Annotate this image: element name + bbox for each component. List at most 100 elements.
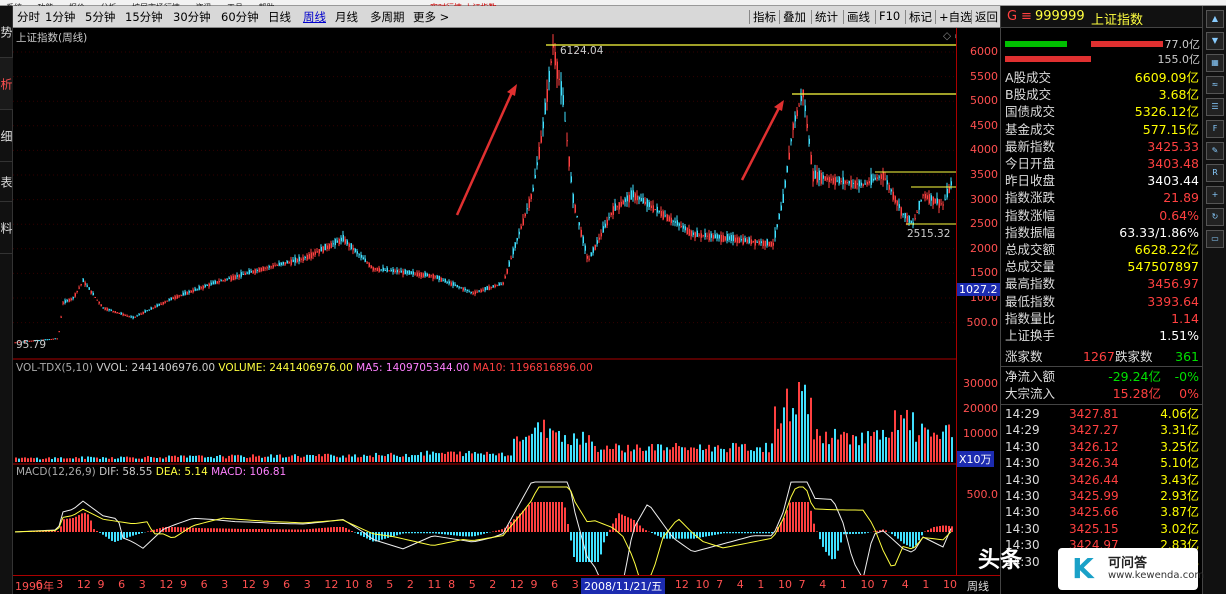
macd-bar xyxy=(447,532,449,535)
candle-body xyxy=(110,309,112,311)
candle-body xyxy=(768,241,770,247)
time-tick-label: 6 xyxy=(200,578,208,591)
macd-bar xyxy=(918,532,920,541)
volume-bar xyxy=(381,455,383,462)
macd-dea: DEA: 5.14 xyxy=(155,466,208,478)
candle-body xyxy=(664,215,666,217)
toolbar-button-0[interactable]: 指标 xyxy=(753,9,776,25)
fs-icon[interactable]: ▭ xyxy=(1206,230,1224,248)
macd-bar xyxy=(621,514,623,532)
period-tab-3[interactable]: 15分钟 xyxy=(125,9,163,25)
period-tab-4[interactable]: 30分钟 xyxy=(173,9,211,25)
period-tab-2[interactable]: 5分钟 xyxy=(85,9,115,25)
candle-body xyxy=(906,215,908,223)
toolbar-button-7[interactable]: 返回 xyxy=(975,9,998,25)
candle-body xyxy=(496,285,498,287)
menu-icon[interactable]: ≡ xyxy=(1021,9,1032,24)
volume-bar xyxy=(474,451,476,462)
candle-body xyxy=(50,338,52,340)
toolbar-button-2[interactable]: 统计 xyxy=(815,9,838,25)
toolbar-button-4[interactable]: F10 xyxy=(879,9,900,23)
candle-body xyxy=(932,196,934,205)
volume-bar xyxy=(615,443,617,462)
period-tab-9[interactable]: 多周期 xyxy=(370,9,405,25)
volume-bar xyxy=(228,455,230,462)
volume-bar xyxy=(282,457,284,462)
plus-icon[interactable]: + xyxy=(1206,186,1224,204)
volume-bar xyxy=(15,457,17,462)
volume-bar xyxy=(939,438,941,462)
down-arrow-icon[interactable]: ▼ xyxy=(1206,32,1224,50)
candle-body xyxy=(368,263,370,267)
news-icon[interactable]: ✎ xyxy=(1206,142,1224,160)
candle-body xyxy=(602,226,604,233)
volume-bar xyxy=(312,455,314,462)
macd-indicator-name[interactable]: MACD(12,26,9) xyxy=(16,466,96,478)
up-arrow-icon[interactable]: ▲ xyxy=(1206,10,1224,28)
candle-body xyxy=(930,195,932,201)
recent-low-label: 2515.32 xyxy=(907,228,951,240)
volume-bar xyxy=(828,444,830,462)
vol-volume: VOLUME: 2441406976.00 xyxy=(218,362,353,374)
rally-arrow-head xyxy=(507,84,517,96)
f10-icon[interactable]: F xyxy=(1206,120,1224,138)
macd-bar xyxy=(924,531,926,532)
rsi-icon[interactable]: R xyxy=(1206,164,1224,182)
candle-body xyxy=(548,70,550,83)
candle-body xyxy=(670,217,672,223)
chart-icon[interactable]: ≈ xyxy=(1206,76,1224,94)
toolbar-button-5[interactable]: 标记 xyxy=(909,9,932,25)
macd-bar xyxy=(231,528,233,532)
time-tick-label: 10 xyxy=(695,578,710,591)
macd-bar xyxy=(246,529,248,532)
candle-body xyxy=(840,180,842,183)
candle-body xyxy=(206,284,208,286)
time-tick-label: 1 xyxy=(757,578,765,591)
volume-bar xyxy=(153,457,155,462)
period-tab-8[interactable]: 月线 xyxy=(335,9,358,25)
macd-bar xyxy=(834,532,836,559)
price-axis: 6000 5500 5000 4500 4000 3500 3000 2500 2000 1500… xyxy=(956,28,1000,575)
candle-body xyxy=(384,269,386,271)
period-tab-7[interactable]: 周线 xyxy=(303,9,326,25)
time-tick-label: 12 xyxy=(509,578,524,591)
period-tab-0[interactable]: 分时 xyxy=(17,9,40,25)
candle-body xyxy=(586,255,588,259)
candle-body xyxy=(558,78,560,80)
vol-indicator-name[interactable]: VOL-TDX(5,10) xyxy=(16,362,93,374)
refresh-icon[interactable]: ↻ xyxy=(1206,208,1224,226)
volume-bar xyxy=(858,445,860,462)
macd-bar xyxy=(759,532,761,534)
list-icon[interactable]: ☰ xyxy=(1206,98,1224,116)
volume-bar xyxy=(633,449,635,462)
candle-body xyxy=(184,291,186,295)
volume-bar xyxy=(165,457,167,462)
macd-bar xyxy=(486,532,488,534)
candle-body xyxy=(94,297,96,299)
volume-bar xyxy=(804,384,806,462)
macd-bar xyxy=(942,525,944,532)
macd-bar xyxy=(717,532,719,535)
volume-bar xyxy=(573,433,575,462)
period-tab-1[interactable]: 1分钟 xyxy=(45,9,75,25)
toolbar-button-3[interactable]: 画线 xyxy=(847,9,870,25)
volume-bar xyxy=(183,455,185,462)
candle-body xyxy=(142,312,144,314)
candle-body xyxy=(428,274,430,278)
candle-body xyxy=(832,177,834,184)
period-tab-6[interactable]: 日线 xyxy=(268,9,291,25)
volume-bar xyxy=(642,450,644,462)
grid-icon[interactable]: ▦ xyxy=(1206,54,1224,72)
volume-bar xyxy=(414,455,416,462)
volume-bar xyxy=(204,457,206,462)
macd-bar xyxy=(552,502,554,532)
period-tab-5[interactable]: 60分钟 xyxy=(221,9,259,25)
volume-bar xyxy=(681,447,683,462)
toolbar-button-6[interactable]: +自选 xyxy=(939,9,972,25)
toolbar-button-1[interactable]: 叠加 xyxy=(783,9,806,25)
volume-bar xyxy=(318,454,320,462)
candle-body xyxy=(440,277,442,282)
candle-body xyxy=(668,216,670,222)
candle-body xyxy=(162,302,164,305)
period-tab-10[interactable]: 更多 > xyxy=(413,9,449,25)
